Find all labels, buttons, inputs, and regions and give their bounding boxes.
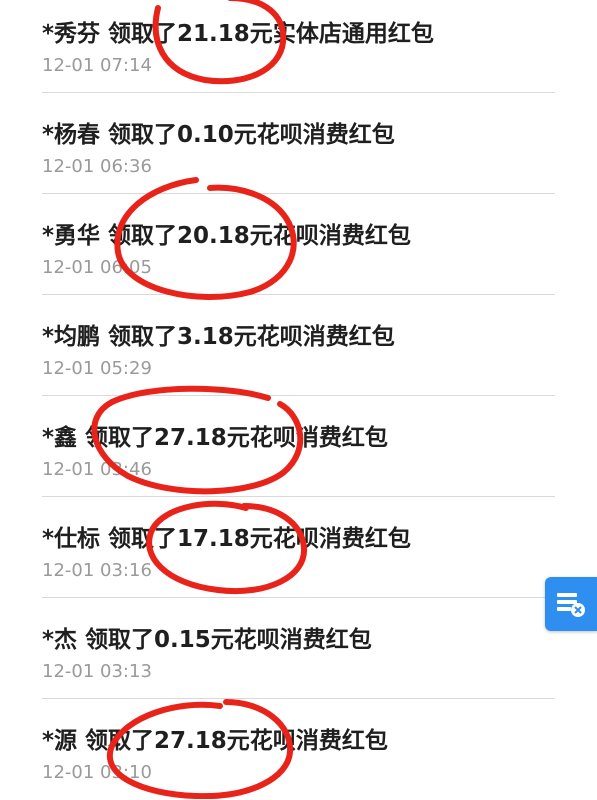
- record-action: 领取了: [85, 728, 155, 754]
- record-amount: 17.18元: [177, 526, 273, 552]
- record-action: 领取了: [85, 627, 155, 653]
- record-time: 12-01 03:10: [42, 762, 152, 783]
- envelope-type: 花呗消费红包: [249, 728, 388, 754]
- record-time: 12-01 03:13: [42, 661, 152, 682]
- envelope-type: 实体店通用红包: [272, 21, 434, 47]
- record-title: *秀芬 领取了21.18元实体店通用红包: [42, 14, 434, 48]
- list-item[interactable]: *勇华 领取了20.18元花呗消费红包 12-01 06:05: [42, 194, 555, 295]
- record-title: *鑫 领取了27.18元花呗消费红包: [42, 418, 388, 452]
- record-title: *仕标 领取了17.18元花呗消费红包: [42, 519, 411, 553]
- record-title: *杰 领取了0.15元花呗消费红包: [42, 620, 372, 654]
- shop-manage-icon: [557, 593, 585, 617]
- recipient-name: *源: [42, 728, 78, 754]
- envelope-type: 花呗消费红包: [256, 122, 395, 148]
- record-amount: 0.15元: [154, 627, 234, 653]
- record-action: 领取了: [108, 122, 178, 148]
- recipient-name: *均鹏: [42, 324, 101, 350]
- record-action: 领取了: [108, 526, 178, 552]
- record-action: 领取了: [108, 324, 178, 350]
- record-time: 12-01 06:05: [42, 257, 152, 278]
- envelope-type: 花呗消费红包: [256, 324, 395, 350]
- record-time: 12-01 07:14: [42, 55, 152, 76]
- record-title: *源 领取了27.18元花呗消费红包: [42, 721, 388, 755]
- record-title: *均鹏 领取了3.18元花呗消费红包: [42, 317, 395, 351]
- record-amount: 27.18元: [154, 728, 250, 754]
- red-envelope-record-list: *秀芬 领取了21.18元实体店通用红包 12-01 07:14 *杨春 领取了…: [0, 0, 597, 799]
- floating-shop-button[interactable]: [545, 577, 597, 631]
- record-action: 领取了: [108, 223, 178, 249]
- list-item[interactable]: *杰 领取了0.15元花呗消费红包 12-01 03:13: [42, 598, 555, 699]
- recipient-name: *仕标: [42, 526, 101, 552]
- list-item[interactable]: *仕标 领取了17.18元花呗消费红包 12-01 03:16: [42, 497, 555, 598]
- record-title: *杨春 领取了0.10元花呗消费红包: [42, 115, 395, 149]
- list-item[interactable]: *均鹏 领取了3.18元花呗消费红包 12-01 05:29: [42, 295, 555, 396]
- recipient-name: *鑫: [42, 425, 78, 451]
- recipient-name: *秀芬: [42, 21, 101, 47]
- record-action: 领取了: [85, 425, 155, 451]
- record-time: 12-01 05:29: [42, 358, 152, 379]
- recipient-name: *杰: [42, 627, 78, 653]
- record-amount: 20.18元: [177, 223, 273, 249]
- list-item[interactable]: *杨春 领取了0.10元花呗消费红包 12-01 06:36: [42, 93, 555, 194]
- envelope-type: 花呗消费红包: [272, 526, 411, 552]
- list-item[interactable]: *源 领取了27.18元花呗消费红包 12-01 03:10: [42, 699, 555, 800]
- envelope-type: 花呗消费红包: [233, 627, 372, 653]
- record-amount: 0.10元: [177, 122, 257, 148]
- list-item[interactable]: *鑫 领取了27.18元花呗消费红包 12-01 03:46: [42, 396, 555, 497]
- envelope-type: 花呗消费红包: [249, 425, 388, 451]
- record-time: 12-01 03:46: [42, 459, 152, 480]
- recipient-name: *勇华: [42, 223, 101, 249]
- list-item[interactable]: *秀芬 领取了21.18元实体店通用红包 12-01 07:14: [42, 0, 555, 93]
- envelope-type: 花呗消费红包: [272, 223, 411, 249]
- record-action: 领取了: [108, 21, 178, 47]
- record-amount: 27.18元: [154, 425, 250, 451]
- recipient-name: *杨春: [42, 122, 101, 148]
- record-amount: 21.18元: [177, 21, 273, 47]
- record-time: 12-01 03:16: [42, 560, 152, 581]
- record-title: *勇华 领取了20.18元花呗消费红包: [42, 216, 411, 250]
- record-time: 12-01 06:36: [42, 156, 152, 177]
- record-amount: 3.18元: [177, 324, 257, 350]
